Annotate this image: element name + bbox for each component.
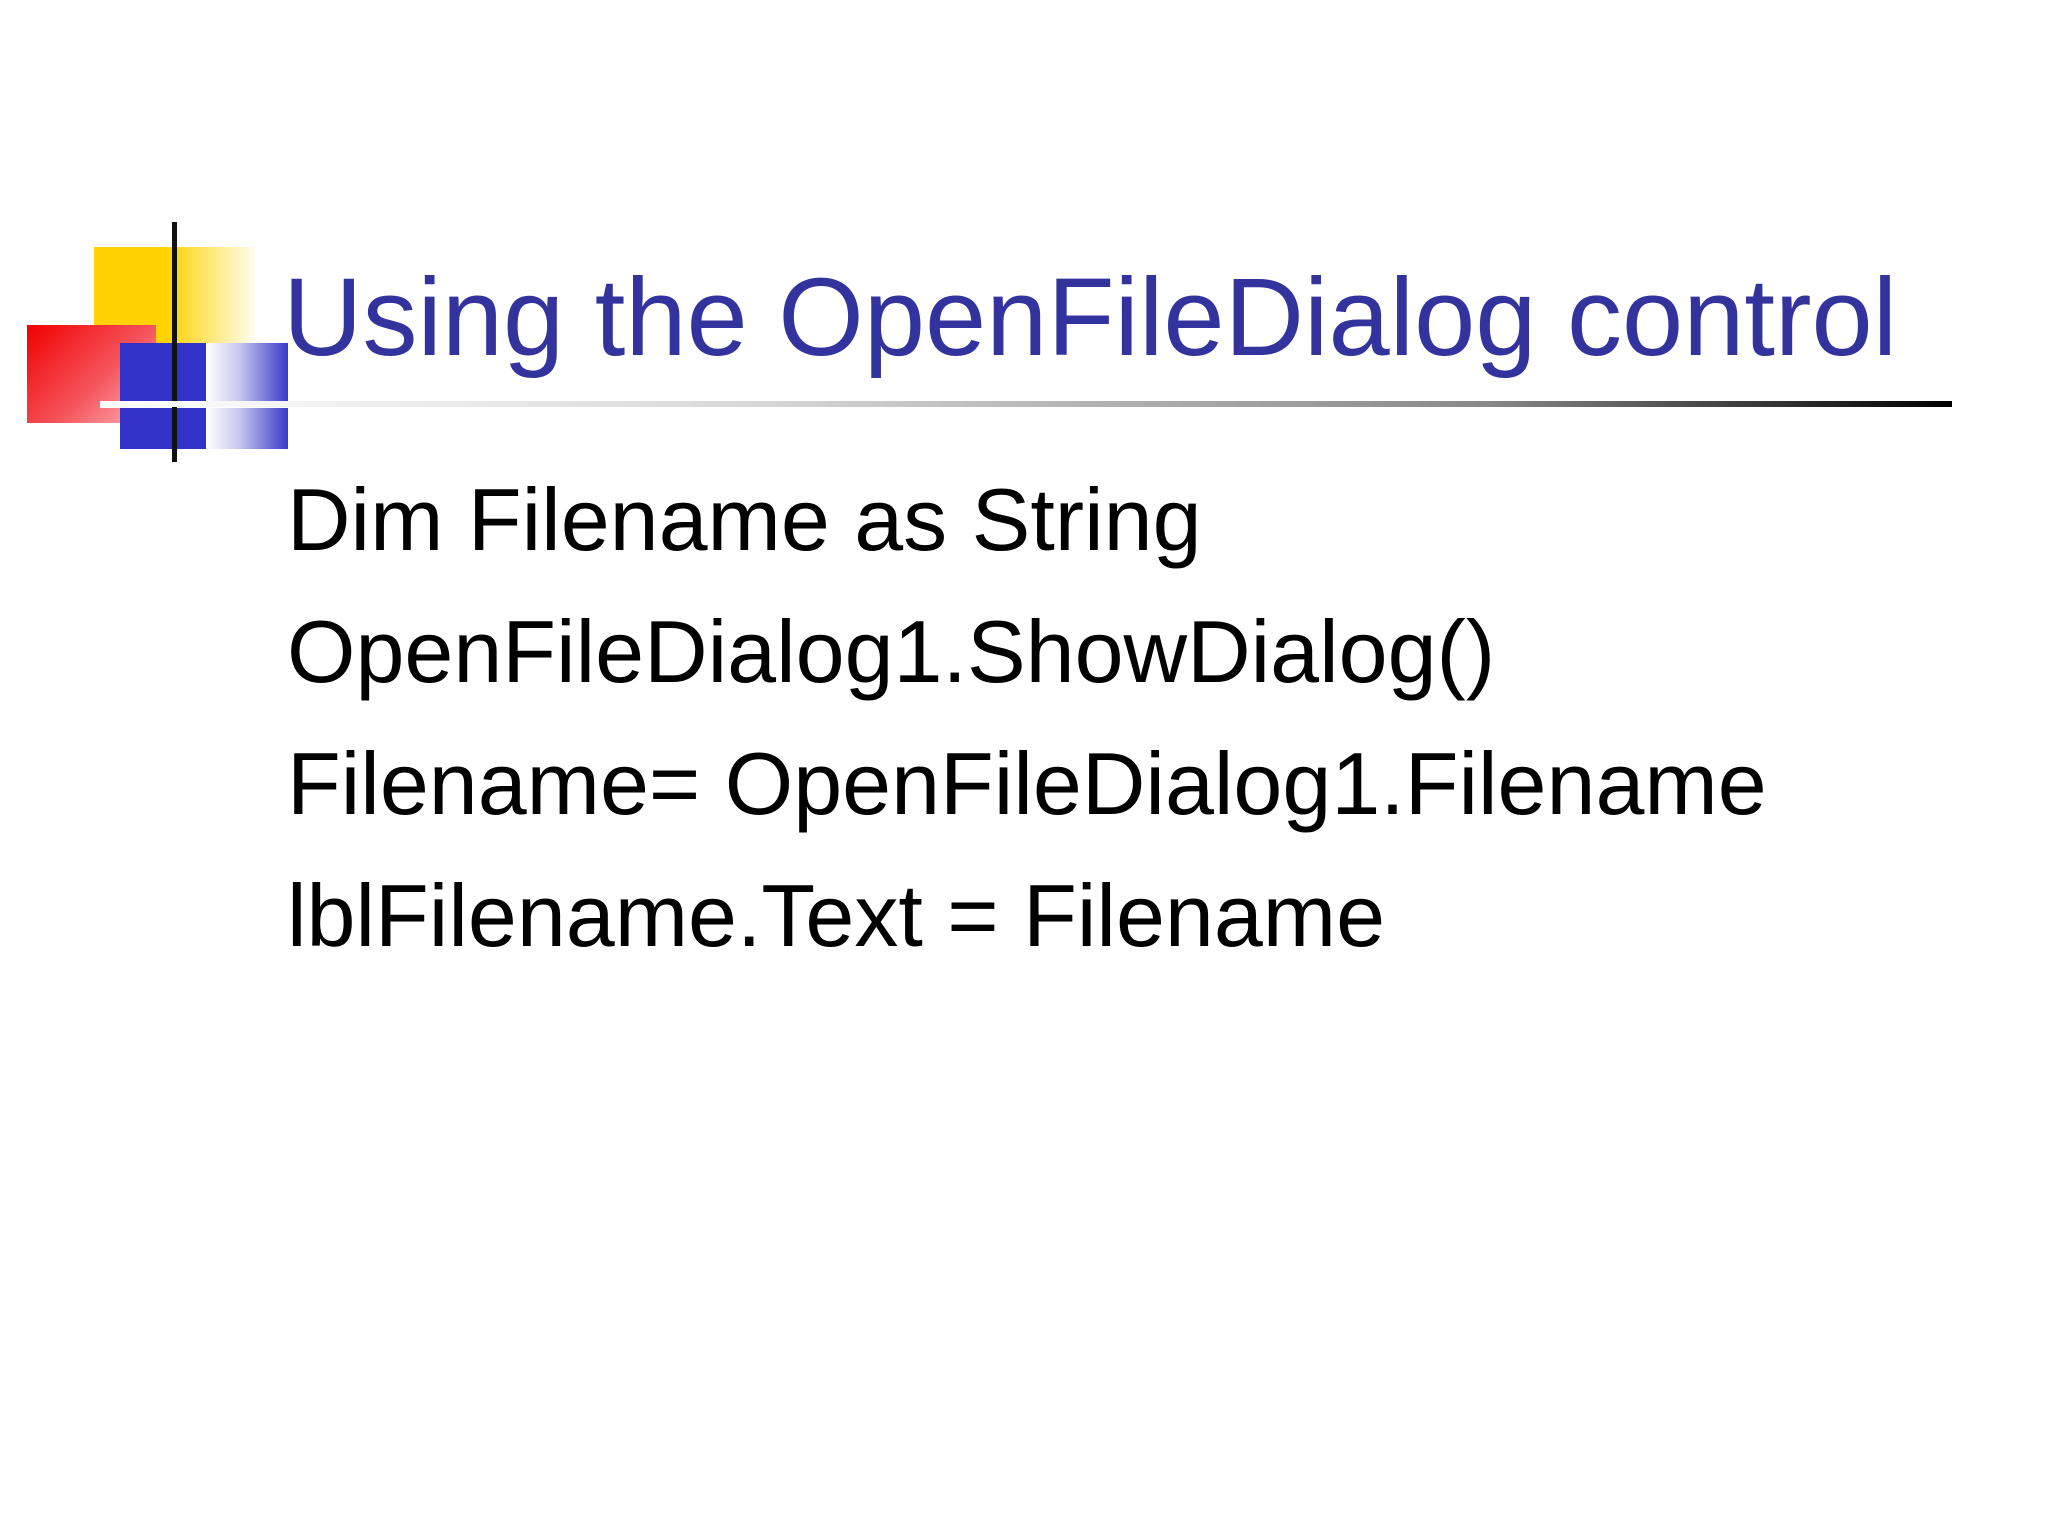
- code-line: OpenFileDialog1.ShowDialog(): [287, 602, 1496, 701]
- blue-square-right: [206, 343, 288, 449]
- decorative-squares: [0, 0, 300, 480]
- title-underline: [100, 401, 1952, 407]
- slide-title: Using the OpenFileDialog control: [283, 256, 1898, 379]
- code-line: Dim Filename as String: [287, 470, 1202, 569]
- code-line: Filename= OpenFileDialog1.Filename: [287, 734, 1767, 833]
- vertical-line: [172, 222, 177, 462]
- blue-square-left: [120, 343, 206, 449]
- code-line: lblFilename.Text = Filename: [287, 866, 1386, 965]
- slide: Using the OpenFileDialog control Dim Fil…: [0, 0, 2048, 1536]
- code-lines: Dim Filename as String OpenFileDialog1.S…: [287, 470, 1767, 998]
